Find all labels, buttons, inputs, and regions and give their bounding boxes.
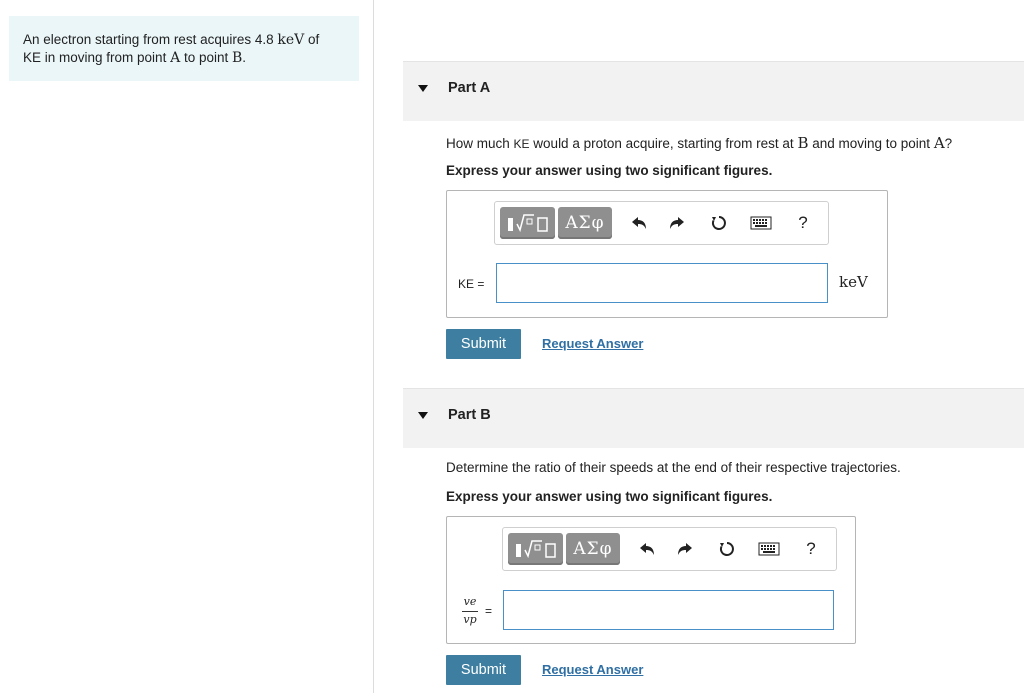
problem-text: . <box>242 50 247 65</box>
part-b-toolbar: ΑΣφ ? <box>502 527 837 571</box>
ratio-fraction-bar <box>462 611 478 612</box>
problem-text: in moving from point <box>41 50 171 65</box>
keyboard-icon[interactable] <box>750 212 772 234</box>
collapse-arrow-icon[interactable] <box>418 85 428 92</box>
question-text: ? <box>944 136 953 151</box>
problem-point-a: A <box>170 50 181 66</box>
question-text: would a proton acquire, starting from re… <box>529 136 798 151</box>
part-a-submit-button[interactable]: Submit <box>446 329 521 359</box>
redo-icon[interactable] <box>674 538 696 560</box>
part-a-header[interactable]: Part A <box>403 61 1024 121</box>
redo-icon[interactable] <box>666 212 688 234</box>
part-a-instruction: Express your answer using two significan… <box>446 163 773 178</box>
part-b-request-answer-link[interactable]: Request Answer <box>542 662 643 677</box>
question-point-a: A <box>933 134 945 152</box>
problem-ke-label: KE <box>23 50 42 65</box>
part-a-request-answer-link[interactable]: Request Answer <box>542 336 643 351</box>
part-b-header[interactable]: Part B <box>403 388 1024 448</box>
greek-symbols-icon[interactable]: ΑΣφ <box>558 207 612 239</box>
help-icon[interactable]: ? <box>792 212 814 234</box>
reset-icon[interactable] <box>716 538 738 560</box>
greek-label: ΑΣφ <box>573 539 613 559</box>
problem-unit: keV <box>277 32 305 48</box>
ratio-equals-sign: = <box>485 604 493 618</box>
problem-pane: An electron starting from rest acquires … <box>0 0 374 693</box>
part-a-question: How much KE would a proton acquire, star… <box>446 134 952 152</box>
question-point-b: B <box>797 134 809 152</box>
part-b-title: Part B <box>448 407 491 423</box>
part-b-instruction: Express your answer using two significan… <box>446 489 773 504</box>
undo-icon[interactable] <box>628 212 650 234</box>
ratio-answer-input[interactable] <box>503 590 834 630</box>
ke-input-label: KE = <box>458 277 485 291</box>
help-label: ? <box>798 213 808 232</box>
collapse-arrow-icon[interactable] <box>418 412 428 419</box>
part-b-submit-button[interactable]: Submit <box>446 655 521 685</box>
reset-icon[interactable] <box>708 212 730 234</box>
problem-text: of <box>304 32 320 47</box>
greek-label: ΑΣφ <box>565 213 605 233</box>
ratio-denominator: vp <box>463 613 477 626</box>
templates-icon[interactable] <box>500 207 555 239</box>
templates-icon[interactable] <box>508 533 563 565</box>
part-a-answer-box: ΑΣφ ? KE = keV <box>446 190 888 318</box>
keyboard-icon[interactable] <box>758 538 780 560</box>
part-b-question: Determine the ratio of their speeds at t… <box>446 460 901 475</box>
part-b-answer-box: ΑΣφ ? ve vp = <box>446 516 856 644</box>
problem-text: to point <box>180 50 232 65</box>
question-text: and moving to point <box>808 136 934 151</box>
problem-text: An electron starting from rest acquires … <box>23 32 278 47</box>
ke-unit-label: keV <box>839 273 868 291</box>
greek-symbols-icon[interactable]: ΑΣφ <box>566 533 620 565</box>
part-a-toolbar: ΑΣφ ? <box>494 201 829 245</box>
help-label: ? <box>806 539 816 558</box>
undo-icon[interactable] <box>636 538 658 560</box>
ratio-numerator: ve <box>463 595 477 608</box>
question-text: How much <box>446 136 514 151</box>
problem-statement: An electron starting from rest acquires … <box>9 16 359 81</box>
help-icon[interactable]: ? <box>800 538 822 560</box>
ke-answer-input[interactable] <box>496 263 828 303</box>
problem-point-b: B <box>232 50 243 66</box>
question-ke: KE <box>513 137 530 151</box>
part-a-title: Part A <box>448 80 491 96</box>
